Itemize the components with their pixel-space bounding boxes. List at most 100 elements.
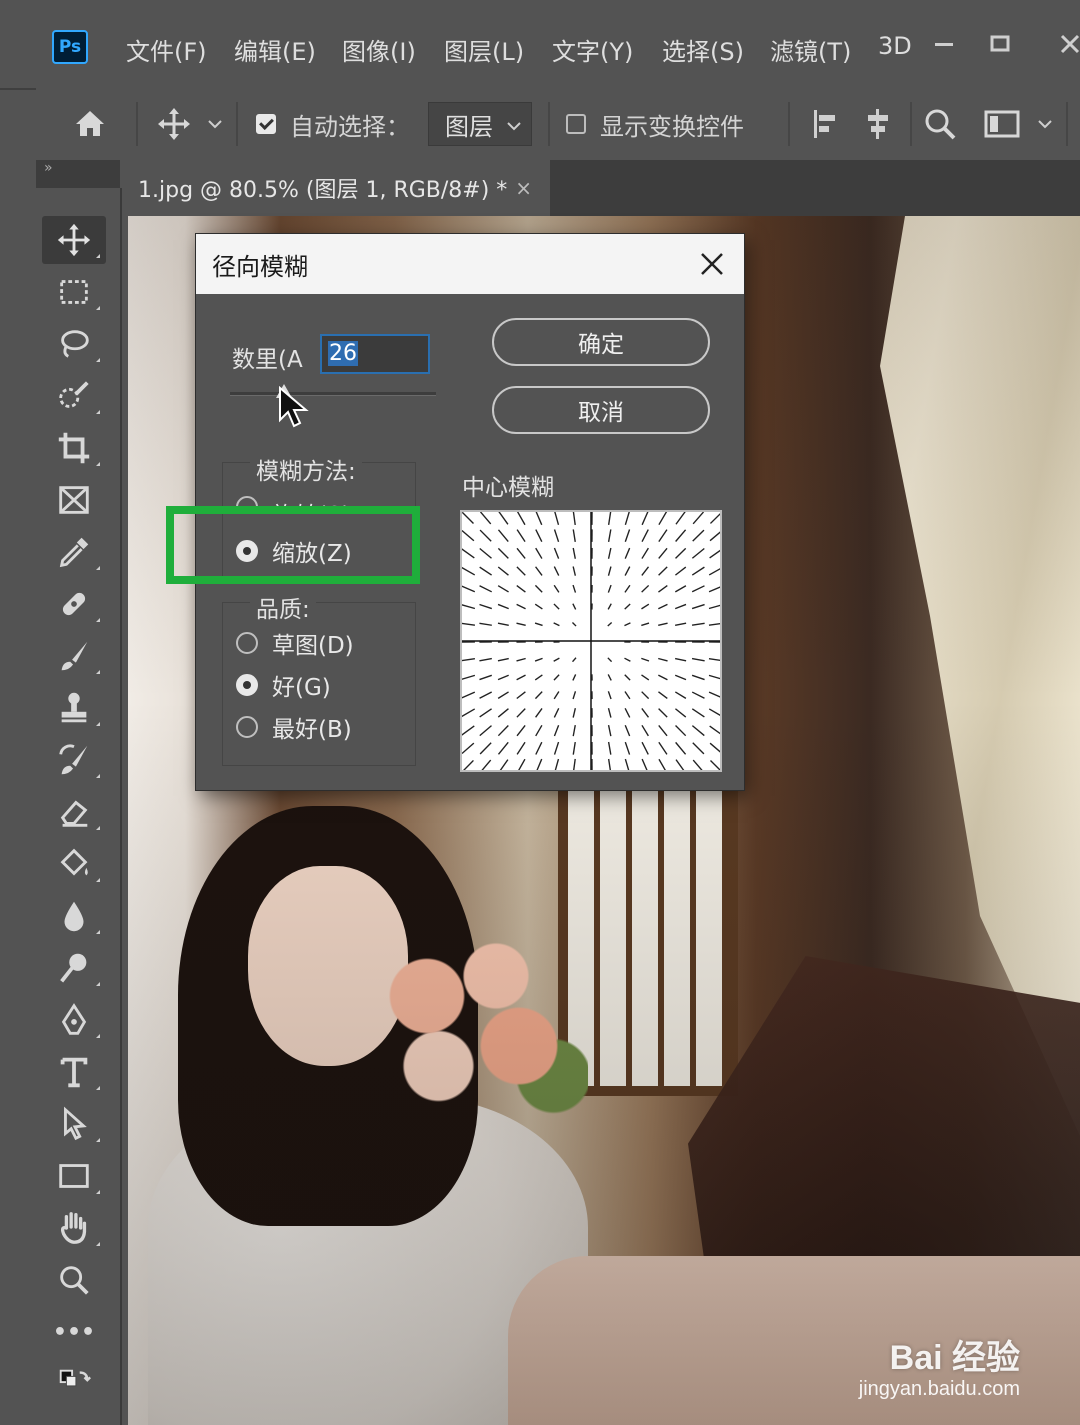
type-tool-icon[interactable] — [42, 1048, 106, 1096]
amount-label: 数里(A — [232, 347, 303, 373]
document-tab[interactable]: 1.jpg @ 80.5% (图层 1, RGB/8#) * × — [120, 160, 550, 216]
maximize-icon[interactable] — [976, 24, 1024, 64]
preview-streak — [572, 512, 576, 526]
menu-filter[interactable]: 滤镜(T) — [770, 32, 851, 67]
home-icon[interactable] — [70, 88, 110, 160]
toolbar-collapse-handle[interactable]: » — [36, 160, 120, 188]
preview-streak — [607, 512, 612, 526]
radio-button-selected[interactable] — [236, 674, 258, 696]
preview-streak — [658, 603, 668, 610]
preview-streak — [462, 657, 476, 662]
eraser-tool-icon[interactable] — [42, 788, 106, 836]
preview-streak — [691, 725, 705, 737]
crop-tool-icon[interactable] — [42, 424, 106, 472]
preview-streak — [479, 725, 492, 737]
default-colors-icon[interactable] — [42, 1360, 106, 1408]
menu-image[interactable]: 图像(I) — [342, 32, 416, 67]
history-brush-tool-icon[interactable] — [42, 736, 106, 784]
clone-stamp-tool-icon[interactable] — [42, 684, 106, 732]
tab-close-icon[interactable]: × — [515, 176, 532, 200]
move-tool-icon[interactable] — [42, 216, 106, 264]
preview-streak — [572, 566, 577, 576]
blur-tool-icon[interactable] — [42, 892, 106, 940]
marquee-tool-icon[interactable] — [42, 268, 106, 316]
preview-streak — [691, 674, 705, 681]
quick-select-tool-icon[interactable] — [42, 372, 106, 420]
layer-select[interactable]: 图层 — [428, 102, 532, 146]
amount-input[interactable]: 26 — [320, 334, 430, 374]
preview-streak — [624, 603, 631, 610]
rectangle-tool-icon[interactable] — [42, 1152, 106, 1200]
preview-streak — [624, 566, 631, 576]
lasso-tool-icon[interactable] — [42, 320, 106, 368]
auto-select-checkbox[interactable] — [256, 114, 276, 134]
preview-streak — [572, 741, 576, 755]
preview-streak — [516, 724, 526, 737]
preview-streak — [535, 547, 543, 559]
preview-streak — [479, 657, 492, 662]
preview-streak — [658, 708, 668, 718]
path-select-tool-icon[interactable] — [42, 1100, 106, 1148]
preview-streak — [607, 657, 613, 663]
align-center-icon[interactable] — [860, 88, 896, 160]
menu-file[interactable]: 文件(F) — [126, 32, 207, 67]
preview-streak — [658, 724, 668, 737]
brush-tool-icon[interactable] — [42, 632, 106, 680]
dialog-close-icon[interactable] — [694, 246, 730, 282]
preview-streak — [674, 622, 687, 626]
move-icon[interactable] — [154, 88, 194, 160]
amount-slider[interactable] — [230, 392, 436, 396]
preview-streak — [624, 657, 631, 662]
preview-streak — [516, 657, 526, 662]
chevron-down-icon[interactable] — [206, 88, 224, 160]
paint-bucket-tool-icon[interactable] — [42, 840, 106, 888]
preview-streak — [553, 547, 560, 559]
menu-3d[interactable]: 3D — [878, 32, 912, 60]
preview-streak — [691, 566, 705, 576]
preview-streak — [691, 585, 705, 593]
hand-tool-icon[interactable] — [42, 1204, 106, 1252]
chevron-down-icon[interactable] — [1036, 88, 1054, 160]
preview-streak — [709, 725, 720, 735]
menu-edit[interactable]: 编辑(E) — [234, 32, 316, 67]
more-tools-icon[interactable]: ••• — [42, 1308, 106, 1356]
minimize-icon[interactable] — [920, 24, 968, 64]
zoom-tool-icon[interactable] — [42, 1256, 106, 1304]
menu-select[interactable]: 选择(S) — [662, 32, 744, 67]
preview-streak — [553, 603, 560, 610]
preview-streak — [497, 725, 509, 737]
quality-good-radio[interactable]: 好(G) — [236, 668, 331, 702]
menu-layer[interactable]: 图层(L) — [444, 32, 524, 67]
align-left-icon[interactable] — [806, 88, 842, 160]
frame-tool-icon[interactable] — [42, 476, 106, 524]
radio-button[interactable] — [236, 716, 258, 738]
preview-streak — [674, 566, 687, 576]
menu-type[interactable]: 文字(Y) — [552, 32, 633, 67]
dodge-tool-icon[interactable] — [42, 944, 106, 992]
blur-center-preview[interactable] — [460, 510, 722, 772]
pen-tool-icon[interactable] — [42, 996, 106, 1044]
preview-streak — [641, 724, 649, 737]
preview-streak — [479, 622, 492, 626]
preview-streak — [518, 758, 526, 770]
close-icon[interactable] — [1046, 24, 1080, 64]
preview-streak — [572, 547, 576, 559]
quality-draft-radio[interactable]: 草图(D) — [236, 626, 354, 660]
preview-streak — [641, 758, 648, 770]
show-transform-checkbox-row[interactable]: 显示变换控件 — [566, 88, 744, 160]
search-icon[interactable] — [922, 88, 958, 160]
preview-streak — [572, 584, 577, 593]
preview-streak — [658, 657, 668, 662]
ok-button[interactable]: 确定 — [492, 318, 710, 366]
auto-select-checkbox-row[interactable]: 自动选择： — [256, 88, 410, 160]
workspace-icon[interactable] — [982, 88, 1022, 160]
show-transform-checkbox[interactable] — [566, 114, 586, 134]
quality-best-radio[interactable]: 最好(B) — [236, 710, 352, 744]
cancel-button[interactable]: 取消 — [492, 386, 710, 434]
eyedropper-tool-icon[interactable] — [42, 528, 106, 576]
radio-button[interactable] — [236, 632, 258, 654]
healing-brush-tool-icon[interactable] — [42, 580, 106, 628]
dialog-title-bar[interactable]: 径向模糊 — [196, 234, 744, 294]
preview-streak — [462, 674, 476, 680]
preview-streak — [674, 691, 687, 699]
